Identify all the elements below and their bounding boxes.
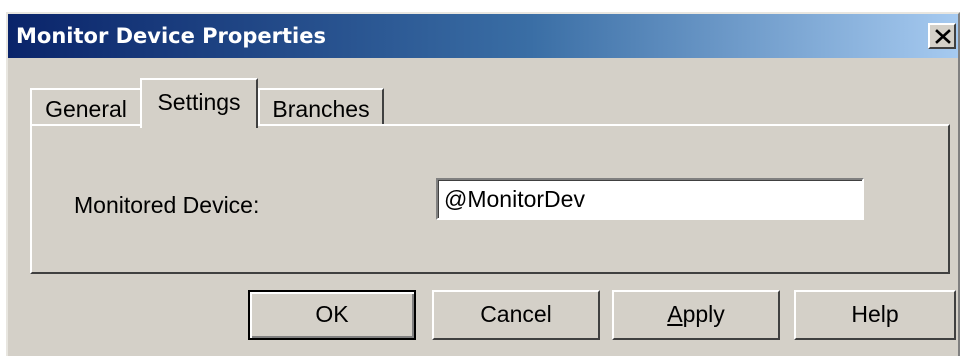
tab-branches[interactable]: Branches [258, 88, 384, 126]
tab-general-label: General [45, 96, 127, 122]
ok-button[interactable]: OK [248, 290, 416, 340]
close-icon [935, 29, 951, 44]
apply-button[interactable]: Apply [612, 290, 780, 340]
close-button[interactable] [928, 23, 956, 49]
apply-label-rest: pply [682, 301, 725, 327]
apply-accelerator: A [667, 301, 683, 327]
monitored-device-input[interactable] [436, 178, 864, 220]
cancel-button[interactable]: Cancel [432, 290, 600, 340]
help-button[interactable]: Help [794, 290, 956, 340]
tab-general[interactable]: General [30, 88, 142, 126]
monitored-device-label: Monitored Device: [74, 192, 260, 218]
tab-branches-label: Branches [272, 96, 370, 122]
settings-panel: Monitored Device: [30, 124, 950, 274]
title-bar[interactable]: Monitor Device Properties [8, 14, 958, 58]
tab-settings[interactable]: Settings [140, 78, 258, 128]
tab-settings-label: Settings [157, 89, 241, 115]
window-title: Monitor Device Properties [16, 24, 326, 48]
properties-dialog: Monitor Device Properties General Settin… [6, 12, 960, 356]
